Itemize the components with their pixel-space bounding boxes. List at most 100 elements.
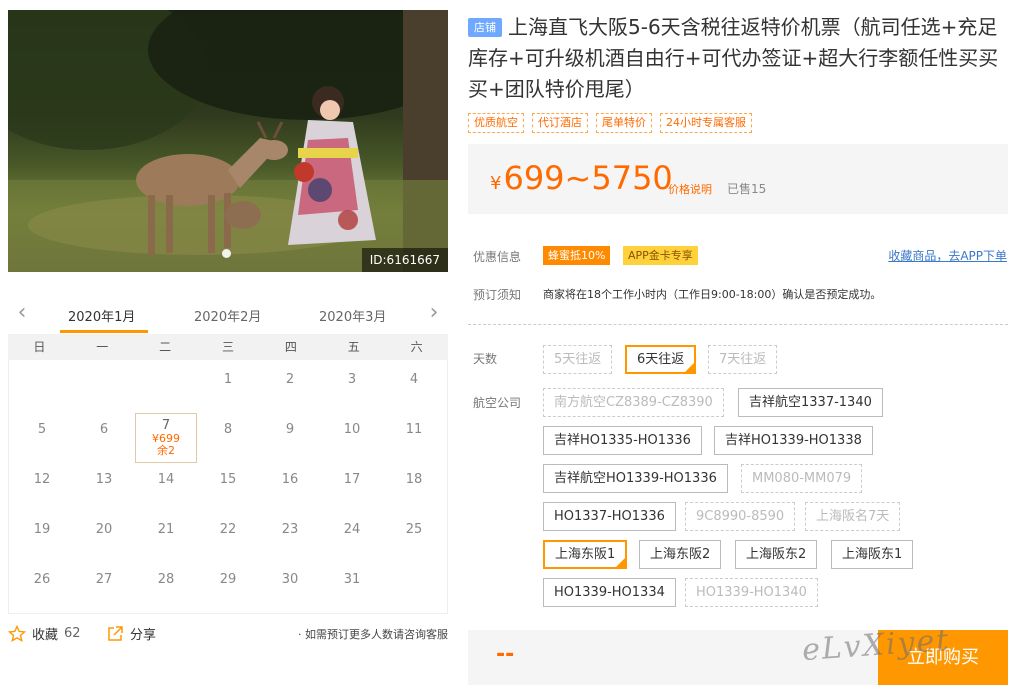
calendar-day[interactable]: 20 [73,513,135,563]
option-airline-ho1335[interactable]: 吉祥HO1335-HO1336 [543,426,702,455]
calendar-day[interactable]: 10 [321,413,383,463]
calendar-day[interactable]: 23 [259,513,321,563]
calendar-day[interactable]: 22 [197,513,259,563]
option-route-dongban-2[interactable]: 上海东阪2 [639,540,722,569]
calendar-day[interactable]: 14 [135,463,197,513]
option-airline-ho1339-1338[interactable]: 吉祥HO1339-HO1338 [714,426,873,455]
option-airline-cz8389[interactable]: 南方航空CZ8389-CZ8390 [543,388,724,417]
carousel-dot[interactable] [222,249,231,258]
calendar-day[interactable]: 31 [321,563,383,613]
calendar-day-number: 8 [223,422,233,437]
check-icon: ✓ [687,358,695,367]
calendar-day-number: 20 [95,522,113,537]
calendar-day-number: 12 [33,472,51,487]
product-title: 店铺 上海直飞大阪5-6天含税往返特价机票（航司任选+充足库存+可升级机酒自由行+… [468,12,1013,105]
promo-label: 优惠信息 [473,250,522,264]
calendar-day[interactable]: 16 [259,463,321,513]
calendar-day[interactable]: 3 [321,363,383,413]
favorite-button[interactable]: 收藏 62 [8,624,81,643]
calendar-day-number: 4 [409,372,419,387]
promo-badge-app-gold: APP金卡专享 [623,246,698,265]
calendar-day-number: 3 [347,372,357,387]
tab-month-feb[interactable]: 2020年2月 [194,306,261,325]
tag-quality-airline: 优质航空 [468,113,524,133]
calendar-day-number: 27 [95,572,113,587]
option-route-bandong-1[interactable]: 上海阪东1 [831,540,914,569]
calendar-day[interactable]: 4 [383,363,445,413]
favorite-count: 62 [64,626,81,641]
price-explain-link[interactable]: 价格说明 [668,181,712,197]
option-airline-ho1337[interactable]: HO1337-HO1336 [543,502,676,531]
calendar-day[interactable]: 19 [11,513,73,563]
calendar-day[interactable]: 6 [73,413,135,463]
calendar-day[interactable]: 30 [259,563,321,613]
option-days-7[interactable]: 7天往返 [708,345,778,374]
calendar-day[interactable]: 11 [383,413,445,463]
option-days-5[interactable]: 5天往返 [543,345,613,374]
calendar-day[interactable]: 17 [321,463,383,513]
calendar-day[interactable]: 28 [135,563,197,613]
product-page: ID:6161667 ‹ 2020年1月 2020年2月 2020年3月 › 日… [0,0,1015,685]
section-divider [468,324,1008,325]
calendar-day-number: 5 [37,422,47,437]
calendar-day[interactable]: 1 [197,363,259,413]
product-actions: 收藏 62 分享 · 如需预订更多人数请咨询客服 [8,624,448,646]
promo-badge-honey: 蜂蜜抵10% [543,246,611,265]
option-route-shanghai-osaka-7[interactable]: 上海阪名7天 [805,502,901,531]
price-value: 699~5750 [503,159,673,197]
favorite-label: 收藏 [32,628,59,643]
option-airline-ho1339-1340[interactable]: HO1339-HO1340 [685,578,818,607]
calendar-day[interactable]: 9 [259,413,321,463]
notice-label: 预订须知 [473,288,522,302]
calendar-day[interactable]: 13 [73,463,135,513]
option-days-6-label: 6天往返 [637,352,685,367]
chevron-right-icon[interactable]: › [426,302,442,324]
calendar-day-selected[interactable]: 7 ¥699 余2 [135,413,197,463]
calendar-month-tabs: ‹ 2020年1月 2020年2月 2020年3月 › [8,298,448,334]
option-route-dongban-1[interactable]: 上海东阪1 ✓ [543,540,628,569]
calendar-day[interactable]: 25 [383,513,445,563]
calendar-day-number: 13 [95,472,113,487]
collect-app-link[interactable]: 收藏商品，去APP下单 [888,247,1007,264]
calendar-day[interactable]: 2 [259,363,321,413]
option-airline-jx1337[interactable]: 吉祥航空1337-1340 [738,388,883,417]
total-price-placeholder: -- [496,642,515,667]
calendar-day-number: 11 [405,422,423,437]
chevron-left-icon[interactable]: ‹ [14,302,30,324]
calendar-day[interactable]: 8 [197,413,259,463]
calendar-day[interactable]: 15 [197,463,259,513]
sold-count: 已售15 [727,182,767,196]
weekday-mon: 一 [96,340,109,354]
calendar-day[interactable]: 29 [197,563,259,613]
calendar-day-number: 10 [343,422,361,437]
active-tab-indicator [60,330,148,333]
calendar-day-number: 7 [161,418,171,433]
tab-month-mar[interactable]: 2020年3月 [319,306,386,325]
calendar-day[interactable]: 21 [135,513,197,563]
price-panel: ¥699~5750 价格说明 已售15 [468,144,1008,214]
calendar-day[interactable]: 18 [383,463,445,513]
calendar-day[interactable]: 5 [11,413,73,463]
weekday-fri: 五 [347,340,360,354]
calendar-day[interactable]: 26 [11,563,73,613]
option-days-6[interactable]: 6天往返 ✓ [625,345,697,374]
calendar-day[interactable]: 24 [321,513,383,563]
option-airline-ho1339-1334[interactable]: HO1339-HO1334 [543,578,676,607]
option-route-bandong-2[interactable]: 上海阪东2 [735,540,818,569]
option-airline-9c8990[interactable]: 9C8990-8590 [685,502,796,531]
calendar-day-number: 17 [343,472,361,487]
option-airline-ho1339-1336[interactable]: 吉祥航空HO1339-HO1336 [543,464,728,493]
calendar-day[interactable]: 27 [73,563,135,613]
weekday-wed: 三 [221,340,234,354]
option-route-dongban-1-label: 上海东阪1 [555,547,616,562]
tab-month-jan[interactable]: 2020年1月 [68,306,135,325]
calendar-day-number: 24 [343,522,361,537]
option-airline-mm080[interactable]: MM080-MM079 [741,464,863,493]
weekday-thu: 四 [284,340,297,354]
calendar-day[interactable]: 12 [11,463,73,513]
share-button[interactable]: 分享 [106,624,156,643]
product-photo[interactable]: ID:6161667 [8,10,448,272]
shop-badge[interactable]: 店铺 [468,18,502,37]
calendar-day-number: 9 [285,422,295,437]
buy-now-button[interactable]: 立即购买 [878,630,1008,685]
